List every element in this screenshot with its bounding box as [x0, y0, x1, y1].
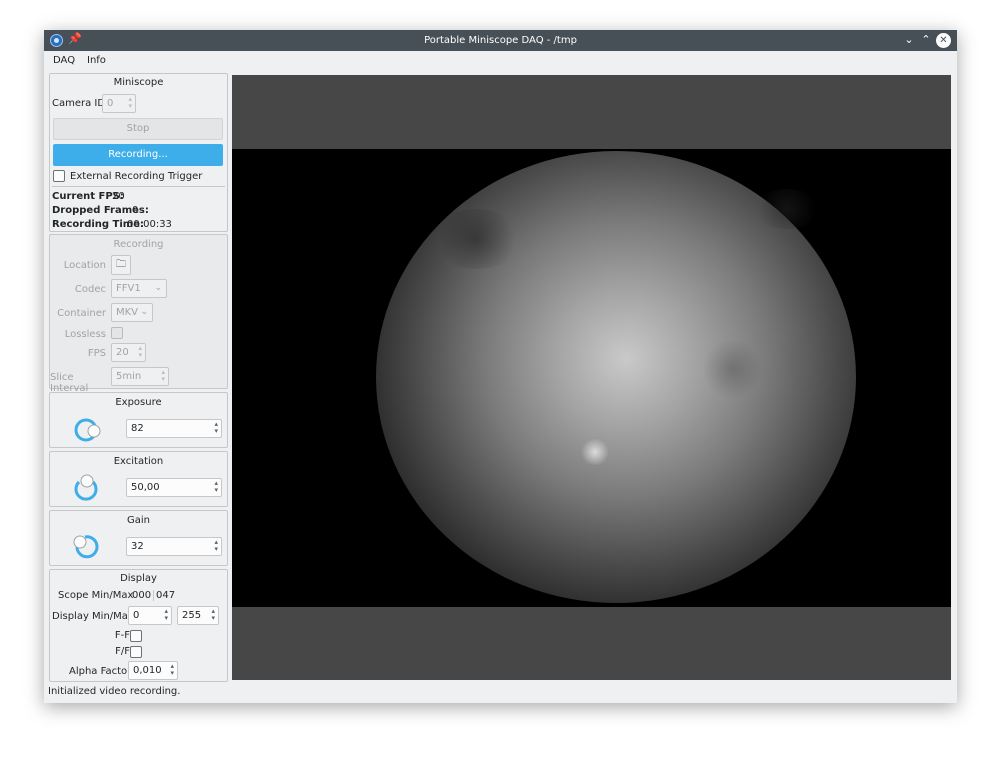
display-max-value: 255	[182, 610, 202, 621]
scope-min-value: 000	[132, 590, 152, 601]
shadow-region	[702, 339, 762, 399]
slice-interval-spinbox[interactable]: 5min ▴ ▾	[111, 367, 169, 386]
main-window: 📌 Portable Miniscope DAQ - /tmp ⌄ ⌃ ✕ DA…	[44, 30, 957, 703]
gain-value: 32	[131, 541, 144, 552]
divider	[52, 186, 225, 187]
display-minmax-label: Display Min/Max	[52, 611, 134, 622]
codec-label: Codec	[74, 284, 106, 295]
menu-info[interactable]: Info	[87, 55, 106, 66]
minimize-icon[interactable]: ⌄	[901, 32, 917, 48]
exposure-panel: Exposure 82 ▴ ▾	[49, 392, 228, 448]
fps-setting-value: 20	[116, 347, 129, 358]
scope-max-value: 047	[153, 590, 175, 601]
fps-value: 20	[112, 191, 125, 202]
exposure-dial-icon[interactable]	[73, 416, 101, 444]
recording-button[interactable]: Recording...	[53, 144, 223, 166]
stop-button[interactable]: Stop	[53, 118, 223, 140]
camera-id-value: 0	[107, 98, 114, 109]
fps-setting-label: FPS	[87, 348, 106, 359]
f-over-f0-checkbox[interactable]	[130, 646, 142, 658]
display-title: Display	[120, 573, 157, 584]
container-label: Container	[57, 308, 106, 319]
gain-dial-icon[interactable]	[73, 533, 101, 561]
chevron-down-icon: ⌄	[154, 283, 162, 293]
alpha-factor-value: 0,010	[133, 665, 162, 676]
miniscope-panel: Miniscope Camera ID 0 ▴ ▾ Stop Recording.…	[49, 73, 228, 232]
excitation-value: 50,00	[131, 482, 160, 493]
location-label: Location	[63, 260, 106, 271]
chevron-down-icon: ⌄	[140, 307, 148, 317]
spin-arrows-icon: ▴ ▾	[170, 662, 174, 677]
lossless-label: Lossless	[64, 329, 106, 340]
exposure-value: 82	[131, 423, 144, 434]
slice-interval-label: Slice Interval	[50, 372, 89, 394]
gain-panel: Gain 32 ▴ ▾	[49, 510, 228, 566]
spin-arrows-icon: ▴ ▾	[128, 95, 132, 110]
spin-arrows-icon: ▴ ▾	[138, 344, 142, 359]
exposure-spinbox[interactable]: 82 ▴ ▾	[126, 419, 222, 438]
alpha-factor-label: Alpha Factor	[69, 666, 132, 677]
container-value: MKV	[116, 307, 139, 318]
gain-spinbox[interactable]: 32 ▴ ▾	[126, 537, 222, 556]
display-max-spinbox[interactable]: 255 ▴ ▾	[177, 606, 219, 625]
bright-spot	[580, 439, 610, 465]
display-min-value: 0	[133, 610, 140, 621]
recording-title: Recording	[113, 239, 164, 250]
window-title: Portable Miniscope DAQ - /tmp	[424, 35, 577, 46]
lossless-checkbox[interactable]	[111, 327, 123, 339]
menu-bar: DAQ Info	[44, 51, 957, 72]
status-bar: Initialized video recording.	[48, 686, 181, 697]
external-trigger-checkbox[interactable]	[53, 170, 65, 182]
recording-time-value: 00:00:33	[127, 219, 172, 230]
close-icon[interactable]: ✕	[936, 33, 951, 48]
miniscope-video-frame	[232, 149, 951, 607]
recording-panel: Recording Location 🗀 Codec FFV1 ⌄ Contai…	[49, 234, 228, 394]
external-trigger-label: External Recording Trigger	[70, 171, 203, 182]
container-select[interactable]: MKV ⌄	[111, 303, 153, 322]
shadow-region	[752, 189, 822, 229]
maximize-icon[interactable]: ⌃	[918, 32, 934, 48]
codec-value: FFV1	[116, 283, 141, 294]
camera-id-label: Camera ID	[52, 98, 106, 109]
video-display-area[interactable]	[232, 75, 951, 680]
spin-arrows-icon: ▴ ▾	[214, 420, 218, 435]
fps-spinbox[interactable]: 20 ▴ ▾	[111, 343, 146, 362]
excitation-panel: Excitation 50,00 ▴ ▾	[49, 451, 228, 507]
slice-interval-value: 5min	[116, 371, 142, 382]
spin-arrows-icon: ▴ ▾	[161, 368, 165, 383]
menu-daq[interactable]: DAQ	[53, 55, 75, 66]
spin-arrows-icon: ▴ ▾	[214, 538, 218, 553]
camera-id-spinbox[interactable]: 0 ▴ ▾	[102, 94, 136, 113]
exposure-title: Exposure	[115, 397, 162, 408]
display-panel: Display Scope Min/Max 000 047 Display Mi…	[49, 569, 228, 682]
display-min-spinbox[interactable]: 0 ▴ ▾	[128, 606, 172, 625]
shadow-region	[432, 209, 522, 269]
excitation-title: Excitation	[113, 456, 164, 467]
excitation-spinbox[interactable]: 50,00 ▴ ▾	[126, 478, 222, 497]
spin-arrows-icon: ▴ ▾	[214, 479, 218, 494]
title-bar: 📌 Portable Miniscope DAQ - /tmp ⌄ ⌃ ✕	[44, 30, 957, 51]
codec-select[interactable]: FFV1 ⌄	[111, 279, 167, 298]
spin-arrows-icon: ▴ ▾	[211, 607, 215, 622]
excitation-dial-icon[interactable]	[73, 473, 101, 501]
scope-minmax-label: Scope Min/Max	[58, 590, 134, 601]
folder-icon[interactable]: 🗀	[111, 255, 131, 275]
f-minus-f0-checkbox[interactable]	[130, 630, 142, 642]
gain-title: Gain	[127, 515, 150, 526]
alpha-factor-spinbox[interactable]: 0,010 ▴ ▾	[128, 661, 178, 680]
dropped-frames-value: 0	[132, 205, 139, 216]
spin-arrows-icon: ▴ ▾	[164, 607, 168, 622]
miniscope-title: Miniscope	[113, 77, 164, 88]
